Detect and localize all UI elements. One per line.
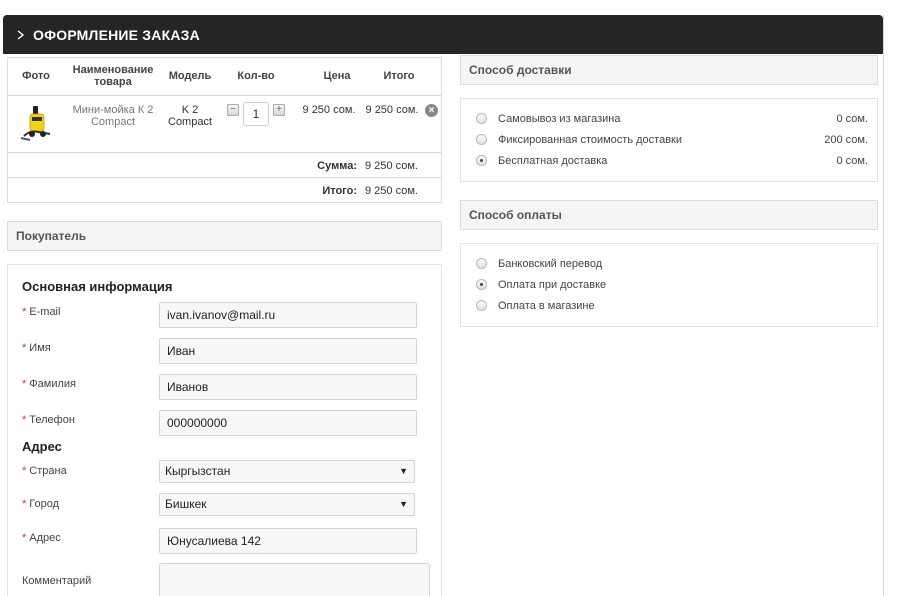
sum-label: Сумма: [317,160,357,172]
last-name-field[interactable]: Иванов [159,374,417,400]
country-label-text: Страна [29,465,67,477]
email-field[interactable]: ivan.ivanov@mail.ru [159,302,417,328]
required-mark: * [22,342,27,354]
basic-info-title: Основная информация [22,279,173,294]
required-mark: * [22,498,27,510]
email-label: * E-mail [22,306,60,318]
column-price: Цена [323,70,351,82]
phone-label-text: Телефон [29,414,75,426]
product-name-link[interactable]: Мини-мойка К 2 Compact [70,104,156,128]
delivery-option-price: 0 сом. [836,155,868,167]
phone-field[interactable]: 000000000 [159,410,417,436]
cart-total-row: Итого: 9 250 сом. [8,178,441,203]
delivery-option-label: Фиксированная стоимость доставки [498,134,682,146]
last-name-label-text: Фамилия [29,378,76,390]
first-name-label: * Имя [22,342,51,354]
required-mark: * [22,378,27,390]
payment-option-store[interactable]: Оплата в магазине [476,299,868,315]
delivery-option-label: Бесплатная доставка [498,155,608,167]
country-value: Кыргызстан [165,464,231,478]
radio-button[interactable] [476,258,487,269]
cart-sum-row: Сумма: 9 250 сом. [8,153,441,178]
product-image[interactable] [18,104,56,144]
address-label-text: Адрес [29,532,61,544]
total-value: 9 250 сом. [365,185,418,197]
payment-option-label: Оплата в магазине [498,300,595,312]
buyer-section-header: Покупатель [7,221,442,251]
minus-icon[interactable]: − [227,104,239,116]
radio-button[interactable] [476,113,487,124]
cart-table: Фото Наименование товара Модель Кол-во Ц… [7,57,442,203]
required-mark: * [22,465,27,477]
email-label-text: E-mail [29,306,61,318]
first-name-field[interactable]: Иван [159,338,417,364]
payment-option-label: Оплата при доставке [498,279,607,291]
country-label: * Страна [22,465,67,477]
required-mark: * [22,306,27,318]
required-mark: * [22,414,27,426]
column-qty: Кол-во [237,70,275,82]
delivery-option-price: 0 сом. [836,113,868,125]
delivery-option-free[interactable]: Бесплатная доставка 0 сом. [476,154,868,170]
radio-button-selected[interactable] [476,279,487,290]
checkout-page: ОФОРМЛЕНИЕ ЗАКАЗА Фото Наименование това… [0,0,898,596]
first-name-label-text: Имя [29,342,51,354]
last-name-label: * Фамилия [22,378,76,390]
chevron-down-icon: ▼ [399,466,408,476]
delivery-option-pickup[interactable]: Самовывоз из магазина 0 сом. [476,112,868,128]
cart-item-row: Мини-мойка К 2 Compact K 2 Compact − 1 +… [8,96,441,153]
country-select[interactable]: Кыргызстан ▼ [159,460,415,483]
delivery-section-header: Способ доставки [460,55,878,85]
radio-button[interactable] [476,134,487,145]
product-price: 9 250 сом. [302,104,356,116]
total-label: Итого: [322,185,357,197]
column-photo: Фото [22,70,50,82]
required-mark: * [22,532,27,544]
cart-header-row: Фото Наименование товара Модель Кол-во Ц… [8,58,441,96]
sum-value: 9 250 сом. [365,160,418,172]
chevron-down-icon: ▼ [399,499,408,509]
column-model: Модель [168,70,212,82]
chevron-right-icon [17,29,25,40]
page-title: ОФОРМЛЕНИЕ ЗАКАЗА [33,26,200,43]
product-model: K 2 Compact [168,104,213,128]
comment-label: Комментарий [22,575,92,587]
quantity-input[interactable]: 1 [243,102,269,126]
column-total: Итого [383,70,415,82]
comment-textarea[interactable] [159,563,430,596]
delivery-option-fixed[interactable]: Фиксированная стоимость доставки 200 сом… [476,133,868,149]
radio-button-selected[interactable] [476,155,487,166]
payment-option-label: Банковский перевод [498,258,603,270]
address-title: Адрес [22,439,62,454]
plus-icon[interactable]: + [273,104,285,116]
phone-label: * Телефон [22,414,75,426]
payment-option-cod[interactable]: Оплата при доставке [476,278,868,294]
delivery-option-price: 200 сом. [824,134,868,146]
delivery-option-label: Самовывоз из магазина [498,113,621,125]
column-name: Наименование товара [72,64,154,88]
radio-button[interactable] [476,300,487,311]
checkout-header: ОФОРМЛЕНИЕ ЗАКАЗА [3,15,883,54]
address-label: * Адрес [22,532,61,544]
city-label: * Город [22,498,59,510]
city-select[interactable]: Бишкек ▼ [159,493,415,516]
city-label-text: Город [29,498,60,510]
page-border [883,15,884,596]
product-total: 9 250 сом. [365,104,419,116]
payment-option-bank[interactable]: Банковский перевод [476,257,868,273]
remove-icon[interactable]: × [425,104,438,117]
payment-section-header: Способ оплаты [460,200,878,230]
address-field[interactable]: Юнусалиева 142 [159,528,417,554]
city-value: Бишкек [165,497,207,511]
